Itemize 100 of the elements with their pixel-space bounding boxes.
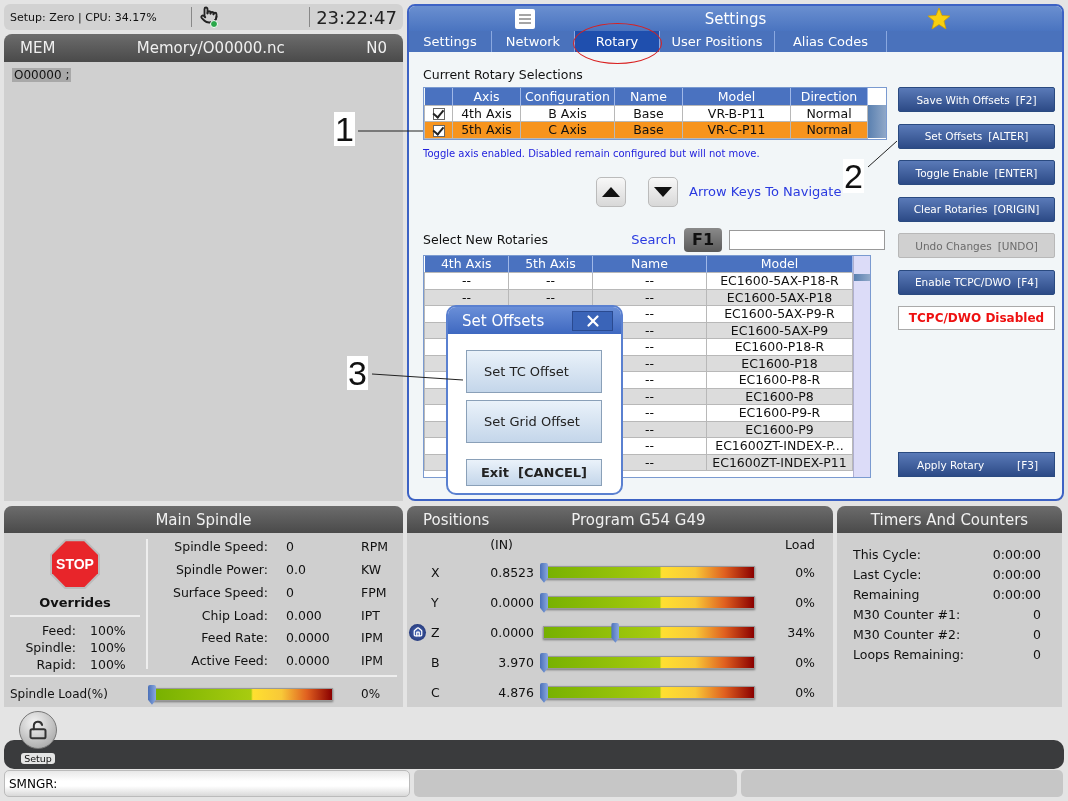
reading-label: Chip Load: bbox=[200, 607, 268, 625]
axis-position: 3.970 bbox=[497, 654, 534, 670]
axis-load: 0% bbox=[794, 654, 815, 670]
scrollbar[interactable] bbox=[868, 88, 886, 139]
f1-key[interactable]: F1 bbox=[684, 227, 722, 252]
reading-unit: IPT bbox=[361, 607, 381, 625]
axis-position: 0.0000 bbox=[489, 624, 534, 640]
reading-unit: IPM bbox=[361, 653, 384, 671]
action-button[interactable]: Enable TCPC/DWO [F4] bbox=[898, 269, 1055, 295]
axis-label: X bbox=[431, 564, 441, 580]
touch-pointer-icon[interactable] bbox=[200, 6, 218, 28]
timer-label: Loops Remaining: bbox=[853, 647, 966, 663]
reading-value: 0 bbox=[286, 539, 295, 557]
callout-number: 3 bbox=[347, 356, 368, 390]
stop-sign[interactable]: STOP bbox=[50, 539, 100, 590]
load-label: Spindle Load(%) bbox=[10, 687, 109, 702]
offset-button[interactable]: Set TC Offset bbox=[466, 350, 602, 393]
load-heading: Load bbox=[785, 537, 815, 555]
reading-value: 0.0000 bbox=[286, 653, 331, 671]
reading-unit: FPM bbox=[361, 584, 388, 602]
override-value: 100% bbox=[90, 623, 126, 639]
table-cell: -- bbox=[592, 272, 707, 289]
axis-position: 4.876 bbox=[497, 684, 534, 700]
arrow-up-button[interactable] bbox=[596, 176, 626, 207]
reading-value: 0.0000 bbox=[286, 630, 331, 648]
exit-button[interactable]: Exit [CANCEL] bbox=[466, 459, 602, 486]
settings-tab[interactable]: Rotary bbox=[575, 31, 660, 52]
axis-label: Y bbox=[431, 594, 440, 610]
scrollbar[interactable] bbox=[853, 255, 870, 477]
axis-label: C bbox=[431, 684, 441, 700]
section-heading: Select New Rotaries bbox=[423, 232, 548, 247]
table-cell: -- bbox=[424, 272, 509, 289]
star-icon[interactable] bbox=[928, 8, 950, 29]
leader-line bbox=[358, 130, 423, 132]
panel-title: Timers And Counters bbox=[870, 510, 1029, 529]
panel-title: Main Spindle bbox=[155, 510, 252, 529]
setup-button[interactable]: Setup bbox=[16, 711, 60, 768]
column-header: Axis bbox=[452, 88, 521, 105]
column-header: Name bbox=[592, 255, 707, 273]
timer-value: 0:00:00 bbox=[992, 547, 1041, 563]
reading-label: Feed Rate: bbox=[200, 630, 268, 648]
column-header: Model bbox=[682, 88, 791, 105]
close-button[interactable] bbox=[572, 310, 613, 331]
reading-value: 0.0 bbox=[286, 562, 307, 579]
checkbox[interactable] bbox=[432, 124, 445, 137]
rotary-row[interactable]: 4th Axis B Axis Base VR-B-P11 Normal bbox=[424, 105, 868, 122]
mode-label: MEM bbox=[20, 39, 56, 57]
table-cell: VR-B-P11 bbox=[682, 105, 791, 122]
column-header: 5th Axis bbox=[508, 255, 593, 273]
timer-value: 0 bbox=[1032, 607, 1041, 623]
panel-title: Positions bbox=[423, 510, 490, 529]
overrides-title: Overrides bbox=[39, 595, 111, 611]
search-field[interactable] bbox=[729, 229, 885, 250]
clock: 23:22:47 bbox=[315, 6, 398, 28]
override-label: Feed: bbox=[40, 623, 76, 639]
timer-label: Remaining bbox=[853, 587, 921, 603]
axis-label: B bbox=[431, 654, 441, 670]
rotary-row[interactable]: 5th Axis C Axis Base VR-C-P11 Normal bbox=[424, 121, 868, 138]
offset-button[interactable]: Set Grid Offset bbox=[466, 400, 602, 443]
callout-number: 1 bbox=[334, 112, 355, 146]
action-button[interactable]: Clear Rotaries [ORIGIN] bbox=[898, 196, 1055, 222]
command-field[interactable]: SMNGR: bbox=[4, 770, 410, 797]
lock-icon bbox=[19, 711, 57, 750]
action-button[interactable]: Toggle Enable [ENTER] bbox=[898, 160, 1055, 185]
table-cell: EC1600-5AX-P18-R bbox=[706, 272, 853, 289]
reading-value: 0.000 bbox=[286, 607, 323, 625]
table-cell: Normal bbox=[790, 105, 868, 122]
leader-line bbox=[868, 141, 897, 167]
action-button[interactable]: Save With Offsets [F2] bbox=[898, 87, 1055, 112]
column-header: Model bbox=[706, 255, 853, 273]
reading-value: 0 bbox=[286, 584, 295, 602]
override-value: 100% bbox=[90, 657, 126, 673]
timer-label: Last Cycle: bbox=[853, 567, 923, 583]
reading-unit: IPM bbox=[361, 630, 384, 648]
checkbox[interactable] bbox=[432, 108, 445, 121]
timer-value: 0 bbox=[1032, 627, 1041, 643]
reading-label: Spindle Speed: bbox=[173, 539, 268, 557]
program-label: Program G54 G49 bbox=[571, 510, 706, 529]
axis-load: 0% bbox=[794, 594, 815, 610]
action-button[interactable]: Set Offsets [ALTER] bbox=[898, 123, 1055, 149]
timer-label: M30 Counter #2: bbox=[853, 627, 962, 643]
table-cell: -- bbox=[508, 272, 593, 289]
line-number: N0 bbox=[366, 39, 387, 57]
setup-status: Setup: Zero | CPU: 34.17% bbox=[9, 10, 158, 24]
override-label: Spindle: bbox=[24, 640, 76, 656]
table-cell: Base bbox=[614, 105, 683, 122]
timer-value: 0:00:00 bbox=[992, 567, 1041, 583]
menu-icon[interactable] bbox=[515, 8, 535, 29]
callout-number: 2 bbox=[843, 159, 864, 193]
reading-unit: KW bbox=[361, 562, 383, 579]
arrow-down-button[interactable] bbox=[648, 176, 678, 207]
override-label: Rapid: bbox=[35, 657, 76, 673]
apply-rotary-button[interactable]: Apply Rotary [F3] bbox=[898, 452, 1055, 478]
tcpc-status: TCPC/DWO Disabled bbox=[898, 306, 1055, 330]
timer-value: 0 bbox=[1032, 647, 1041, 663]
units-label: (IN) bbox=[490, 537, 513, 555]
file-name: Memory/O00000.nc bbox=[136, 39, 285, 57]
column-header: Direction bbox=[790, 88, 868, 105]
search-label: Search bbox=[631, 232, 676, 247]
axis-load: 34% bbox=[786, 624, 815, 640]
